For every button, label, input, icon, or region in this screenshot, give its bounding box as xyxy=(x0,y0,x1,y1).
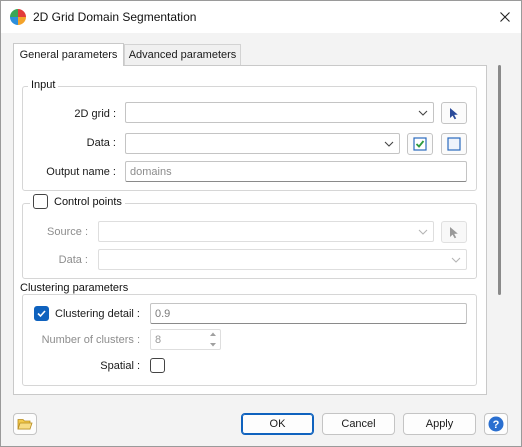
checkmark-icon xyxy=(37,310,46,318)
chevron-down-icon xyxy=(418,110,428,116)
clustering-detail-checkbox[interactable] xyxy=(34,306,49,321)
control-points-checkbox[interactable] xyxy=(33,194,48,209)
grid-label: 2D grid : xyxy=(74,108,116,120)
control-points-title: Control points xyxy=(54,196,122,208)
apply-button[interactable]: Apply xyxy=(403,413,476,435)
data-label: Data : xyxy=(86,137,116,149)
number-of-clusters-spinbox[interactable]: 8 xyxy=(150,329,221,350)
clustering-group-title: Clustering parameters xyxy=(17,282,132,294)
spin-buttons[interactable] xyxy=(207,331,219,348)
empty-box-icon xyxy=(447,137,461,151)
folder-open-icon xyxy=(17,419,33,430)
window-title: 2D Grid Domain Segmentation xyxy=(33,10,197,24)
checked-box-icon xyxy=(413,137,427,151)
help-icon: ? xyxy=(488,416,504,432)
output-name-field[interactable]: domains xyxy=(125,161,467,182)
app-icon xyxy=(10,9,26,25)
spin-up-icon xyxy=(210,332,216,336)
uncheck-all-button[interactable] xyxy=(441,133,467,155)
scrollbar[interactable] xyxy=(488,43,510,395)
svg-text:?: ? xyxy=(493,419,500,431)
cp-data-combo[interactable] xyxy=(98,249,467,270)
number-of-clusters-value: 8 xyxy=(155,333,162,346)
spatial-checkbox[interactable] xyxy=(150,358,165,373)
output-name-placeholder: domains xyxy=(130,165,172,178)
grid-combo[interactable] xyxy=(125,102,434,123)
close-icon xyxy=(500,12,510,22)
title-bar: 2D Grid Domain Segmentation xyxy=(1,1,521,33)
chevron-down-icon xyxy=(418,229,428,235)
cursor-icon xyxy=(450,226,458,238)
control-points-header: Control points xyxy=(30,194,125,210)
clustering-detail-value: 0.9 xyxy=(155,307,171,320)
open-folder-button[interactable] xyxy=(13,413,37,435)
general-parameters-panel: Input 2D grid : Data : Output name : dom… xyxy=(13,65,487,395)
ok-button[interactable]: OK xyxy=(241,413,314,435)
cancel-button[interactable]: Cancel xyxy=(322,413,395,435)
chevron-down-icon xyxy=(384,141,394,147)
spatial-label: Spatial : xyxy=(100,360,140,372)
select-source-button[interactable] xyxy=(441,221,467,243)
source-combo[interactable] xyxy=(98,221,434,242)
number-of-clusters-label: Number of clusters : xyxy=(41,334,140,346)
select-grid-button[interactable] xyxy=(441,102,467,124)
tab-general-parameters[interactable]: General parameters xyxy=(13,43,124,66)
spin-down-icon xyxy=(210,343,216,347)
source-label: Source : xyxy=(47,226,88,238)
dialog-window: 2D Grid Domain Segmentation General para… xyxy=(0,0,522,447)
check-all-button[interactable] xyxy=(407,133,433,155)
cursor-icon xyxy=(450,107,458,119)
data-combo[interactable] xyxy=(125,133,400,154)
clustering-detail-label: Clustering detail : xyxy=(55,308,140,320)
tab-advanced-parameters[interactable]: Advanced parameters xyxy=(124,44,241,65)
help-button[interactable]: ? xyxy=(484,413,508,435)
scrollbar-thumb[interactable] xyxy=(498,65,501,295)
chevron-down-icon xyxy=(451,257,461,263)
clustering-detail-field[interactable]: 0.9 xyxy=(150,303,467,324)
close-button[interactable] xyxy=(489,1,521,33)
cp-data-label: Data : xyxy=(58,254,88,266)
input-group-title: Input xyxy=(28,79,59,91)
output-name-label: Output name : xyxy=(46,166,116,178)
